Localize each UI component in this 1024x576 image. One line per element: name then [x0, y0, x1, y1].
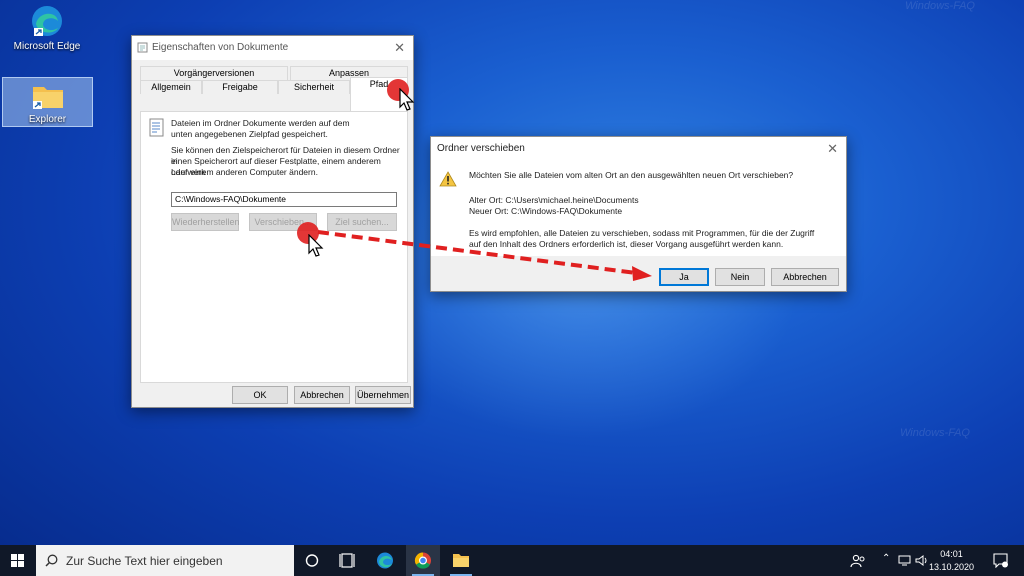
file-explorer-icon [453, 554, 469, 567]
chevron-up-icon[interactable]: ⌃ [882, 553, 890, 564]
taskbar-edge[interactable] [368, 545, 402, 576]
clock-time: 04:01 [940, 549, 963, 559]
chrome-icon [414, 552, 431, 569]
cortana-icon[interactable] [295, 545, 329, 576]
taskbar-chrome[interactable] [406, 545, 440, 576]
search-box[interactable]: Zur Suche Text hier eingeben [36, 545, 294, 576]
search-icon [45, 554, 58, 567]
system-clock[interactable]: 04:01 13.10.2020 [929, 548, 974, 574]
taskbar: Zur Suche Text hier eingeben ⌃ 04:01 13.… [0, 545, 1024, 576]
edge-icon [377, 552, 393, 569]
volume-icon[interactable] [915, 555, 928, 566]
start-windows-icon[interactable] [11, 554, 24, 567]
notification-icon[interactable] [993, 553, 1008, 568]
mouse-pointer-icon [308, 234, 324, 257]
clock-date: 13.10.2020 [928, 562, 974, 572]
people-icon[interactable] [850, 554, 866, 568]
mouse-pointer-icon [399, 88, 415, 111]
search-placeholder: Zur Suche Text hier eingeben [66, 554, 223, 568]
network-icon[interactable] [898, 555, 911, 566]
taskbar-file-explorer[interactable] [444, 545, 478, 576]
annotation-arrow [317, 230, 652, 281]
task-view-icon[interactable] [330, 545, 364, 576]
